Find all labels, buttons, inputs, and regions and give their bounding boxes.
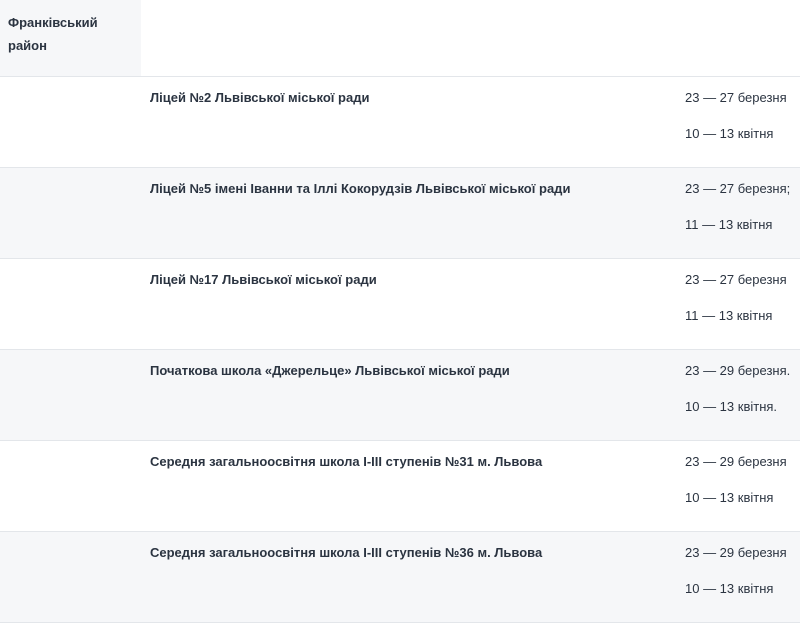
- date-range: 23 — 27 березня: [685, 90, 787, 105]
- date-range-cell: 23 — 27 березня 11 — 13 квітня: [685, 272, 800, 344]
- table-row: Ліцей №5 імені Іванни та Іллі Кокорудзів…: [0, 168, 800, 259]
- table-row: Початкова школа «Джерельце» Львівської м…: [0, 350, 800, 441]
- date-range: 11 — 13 квітня: [685, 308, 773, 323]
- date-range: 23 — 29 березня: [685, 454, 787, 469]
- date-range-cell: 23 — 27 березня 10 — 13 квітня: [685, 90, 800, 162]
- date-range-cell: 23 — 29 березня 10 — 13 квітня: [685, 454, 800, 526]
- date-range: 11 — 13 квітня: [685, 217, 773, 232]
- date-range-cell: 23 — 29 березня 10 — 13 квітня: [685, 545, 800, 617]
- school-name: Ліцей №2 Львівської міської ради: [150, 90, 370, 105]
- date-range: 10 — 13 квітня: [685, 490, 774, 505]
- school-name: Ліцей №5 імені Іванни та Іллі Кокорудзів…: [150, 181, 571, 196]
- date-range: 23 — 27 березня: [685, 272, 787, 287]
- table-row: Ліцей №17 Львівської міської ради 23 — 2…: [0, 259, 800, 350]
- date-range-cell: 23 — 27 березня; 11 — 13 квітня: [685, 181, 800, 253]
- date-range-cell: 23 — 29 березня. 10 — 13 квітня.: [685, 363, 800, 435]
- date-range: 10 — 13 квітня.: [685, 399, 778, 414]
- school-name: Початкова школа «Джерельце» Львівської м…: [150, 363, 510, 378]
- school-name: Ліцей №17 Львівської міської ради: [150, 272, 377, 287]
- school-name: Середня загальноосвітня школа І-ІІІ ступ…: [150, 545, 543, 560]
- date-range: 10 — 13 квітня: [685, 581, 774, 596]
- school-name: Середня загальноосвітня школа І-ІІІ ступ…: [150, 454, 543, 469]
- district-row: Франківський район: [0, 0, 800, 77]
- table-row: Ліцей №2 Львівської міської ради 23 — 27…: [0, 77, 800, 168]
- date-range: 23 — 29 березня.: [685, 363, 791, 378]
- date-range: 23 — 27 березня;: [685, 181, 791, 196]
- table-row: Середня загальноосвітня школа І-ІІІ ступ…: [0, 441, 800, 532]
- date-range: 23 — 29 березня: [685, 545, 787, 560]
- district-name: Франківський район: [0, 0, 141, 76]
- table-row: Середня загальноосвітня школа І-ІІІ ступ…: [0, 532, 800, 623]
- schedule-table: Франківський район Ліцей №2 Львівської м…: [0, 0, 800, 623]
- date-range: 10 — 13 квітня: [685, 126, 774, 141]
